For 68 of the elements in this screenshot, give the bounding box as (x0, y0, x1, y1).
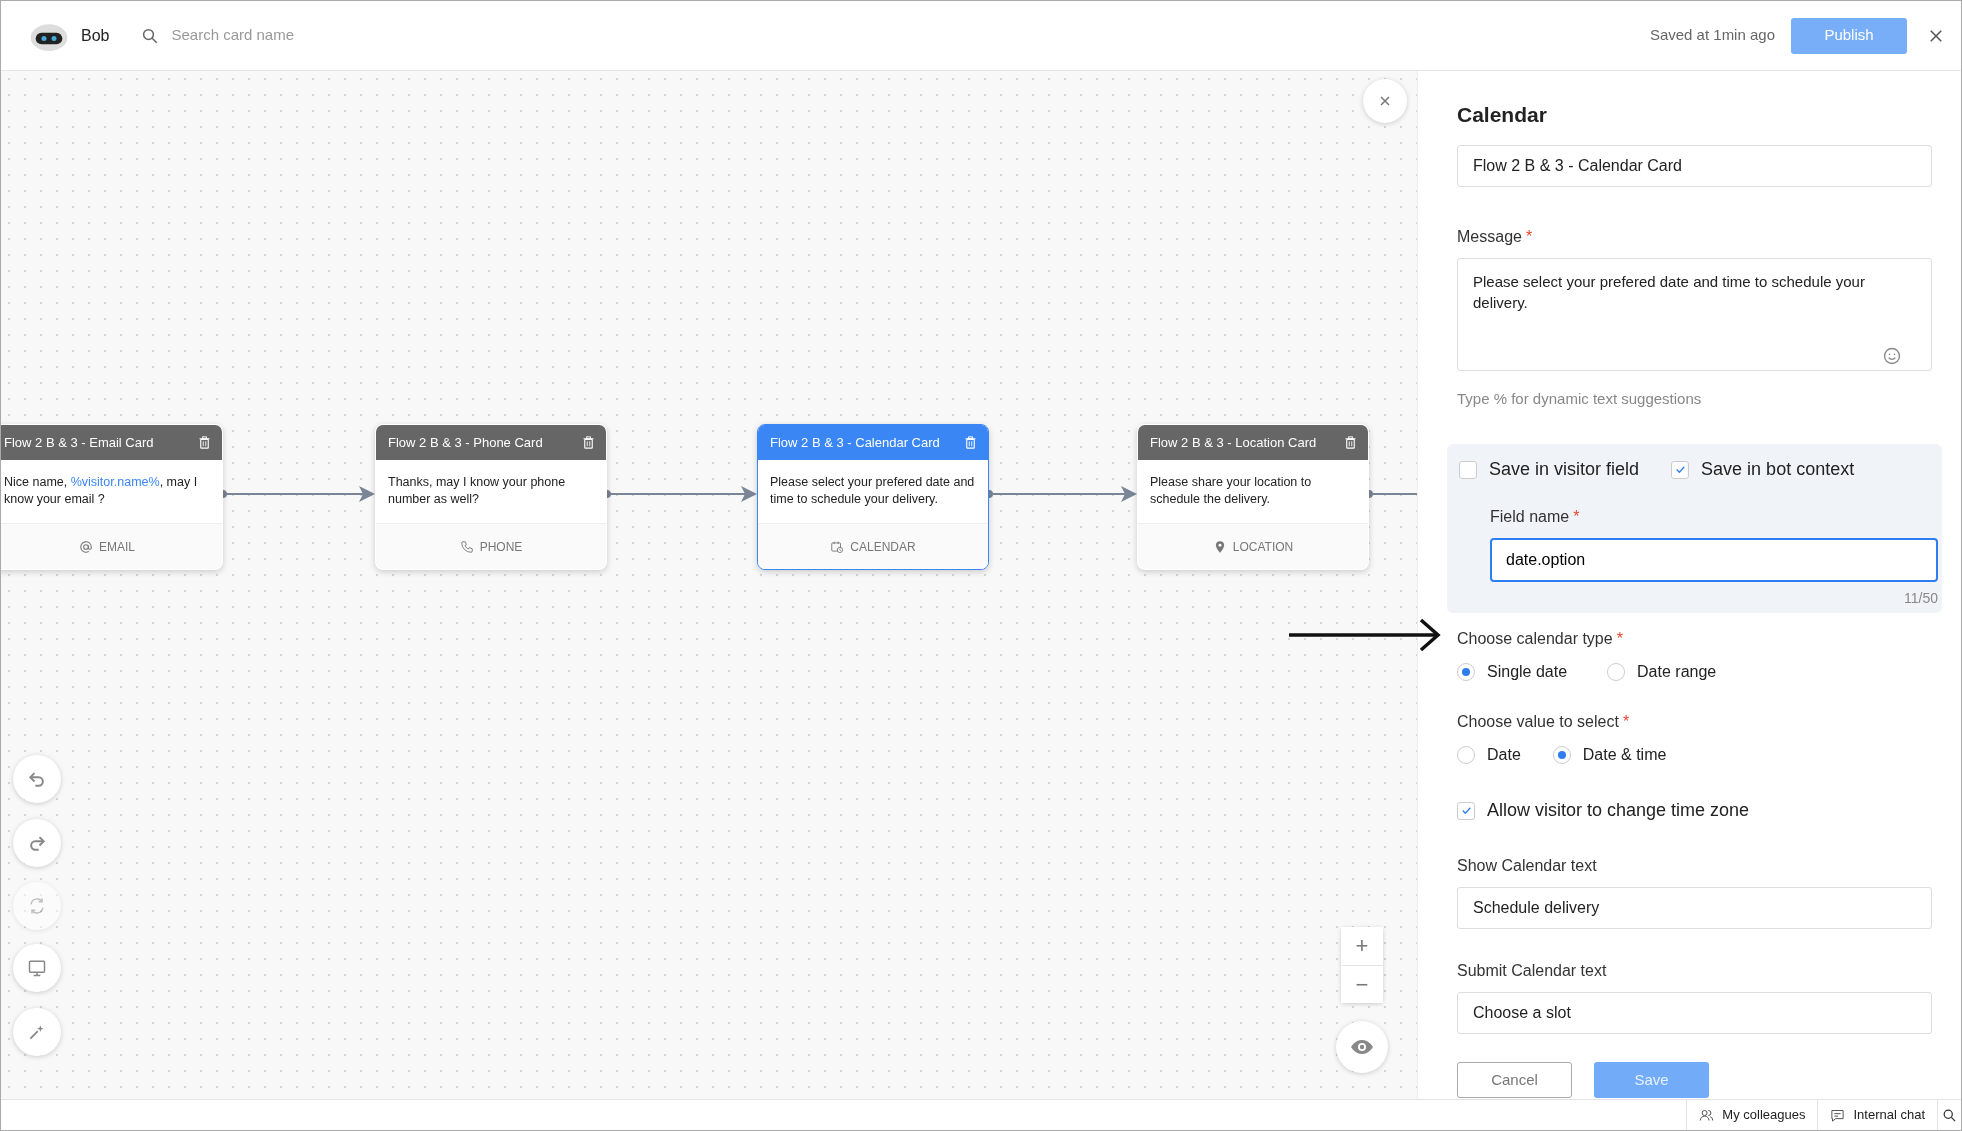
field-label: Choose calendar type * (1457, 629, 1624, 649)
save-status: Saved at 1min ago (1649, 25, 1775, 46)
trash-icon[interactable] (581, 435, 596, 450)
monitor-button[interactable] (13, 944, 61, 992)
zoom-in-button[interactable]: + (1341, 927, 1383, 965)
preview-button[interactable] (1336, 1021, 1388, 1073)
flow-card[interactable]: Flow 2 B & 3 - Location Card Please share your location to schedule the delivery. LOCATION (1137, 424, 1369, 570)
radio-label: Single date (1487, 662, 1568, 682)
radio-label: Date range (1637, 662, 1717, 682)
field-label: Show Calendar text (1457, 856, 1598, 876)
character-counter: 11/50 (1903, 589, 1938, 608)
radio-label: Date (1487, 745, 1521, 765)
flow-card[interactable]: Flow 2 B & 3 - Calendar Card Please select your prefered date and time to schedule your delivery. CALENDAR (757, 424, 989, 570)
card-title: Flow 2 B & 3 - Calendar Card (770, 433, 940, 452)
cancel-button[interactable]: Cancel (1457, 1062, 1572, 1098)
card-type-label: CALENDAR (850, 538, 916, 556)
card-message: Please select your prefered date and time to schedule your delivery. (770, 474, 976, 508)
redo-button[interactable] (13, 819, 61, 867)
hint-text: Type % for dynamic text suggestions (1457, 388, 1703, 409)
checkbox-label: Save in visitor field (1489, 458, 1640, 481)
radio-label: Date & time (1582, 745, 1667, 765)
card-message: Nice name, %visitor.name%, may I know your email ? (4, 474, 199, 508)
trash-icon[interactable] (963, 435, 978, 450)
submit-calendar-text-field[interactable]: Choose a slot (1457, 992, 1932, 1034)
radio-button[interactable] (1457, 663, 1475, 681)
card-message: Please share your location to schedule the delivery. (1150, 474, 1313, 508)
chat-icon (1830, 1107, 1846, 1123)
flow-card[interactable]: Flow 2 B & 3 - Email Card Nice name, %visitor.name%, may I know your email ? EMAIL (1, 424, 223, 570)
radio-button[interactable] (1607, 663, 1626, 681)
message-field[interactable]: Please select your prefered date and time to schedule your delivery. (1457, 257, 1932, 371)
checkbox[interactable] (1457, 801, 1475, 820)
at-sign-icon (79, 539, 93, 554)
field-label: Choose value to select * (1457, 712, 1631, 732)
card-title: Flow 2 B & 3 - Phone Card (388, 433, 543, 452)
radio-button[interactable] (1552, 746, 1571, 764)
bot-name: Bob (81, 25, 110, 46)
checkbox-label: Save in bot context (1701, 458, 1855, 481)
field-label: Message * (1457, 226, 1534, 247)
field-label: Field name * (1490, 507, 1581, 527)
card-message: Thanks, may I know your phone number as well? (388, 474, 567, 508)
monitor-icon (27, 958, 47, 978)
card-title: Flow 2 B & 3 - Location Card (1150, 433, 1317, 452)
undo-button[interactable] (13, 755, 61, 803)
trash-icon[interactable] (197, 435, 212, 450)
search-icon (141, 26, 160, 45)
colleagues-button[interactable]: My colleagues (1686, 1100, 1818, 1130)
card-type-label: LOCATION (1232, 538, 1294, 556)
card-type-label: PHONE (479, 538, 523, 556)
field-name-input[interactable]: date.option (1490, 538, 1938, 582)
zoom-out-button[interactable]: − (1341, 965, 1383, 1003)
calendar-clock-icon (830, 539, 845, 554)
trash-icon[interactable] (1343, 435, 1358, 450)
flow-card[interactable]: Flow 2 B & 3 - Phone Card Thanks, may I know your phone number as well? PHONE (375, 424, 607, 570)
checkbox[interactable] (1671, 460, 1690, 479)
card-name-field[interactable]: Flow 2 B & 3 - Calendar Card (1457, 144, 1932, 187)
emoji-icon[interactable] (1882, 345, 1902, 366)
panel-title: Calendar (1457, 102, 1548, 128)
chat-button[interactable]: Internal chat (1817, 1100, 1937, 1130)
checkbox[interactable] (1459, 460, 1477, 479)
card-type-label: EMAIL (99, 538, 135, 556)
radio-button[interactable] (1457, 746, 1475, 764)
search-icon (1942, 1107, 1957, 1123)
field-label: Submit Calendar text (1457, 961, 1608, 981)
phone-icon (459, 539, 474, 554)
people-icon (1699, 1107, 1715, 1123)
card-title: Flow 2 B & 3 - Email Card (4, 433, 154, 452)
checkbox-label: Allow visitor to change time zone (1487, 799, 1750, 822)
show-calendar-text-field[interactable]: Schedule delivery (1457, 887, 1932, 929)
